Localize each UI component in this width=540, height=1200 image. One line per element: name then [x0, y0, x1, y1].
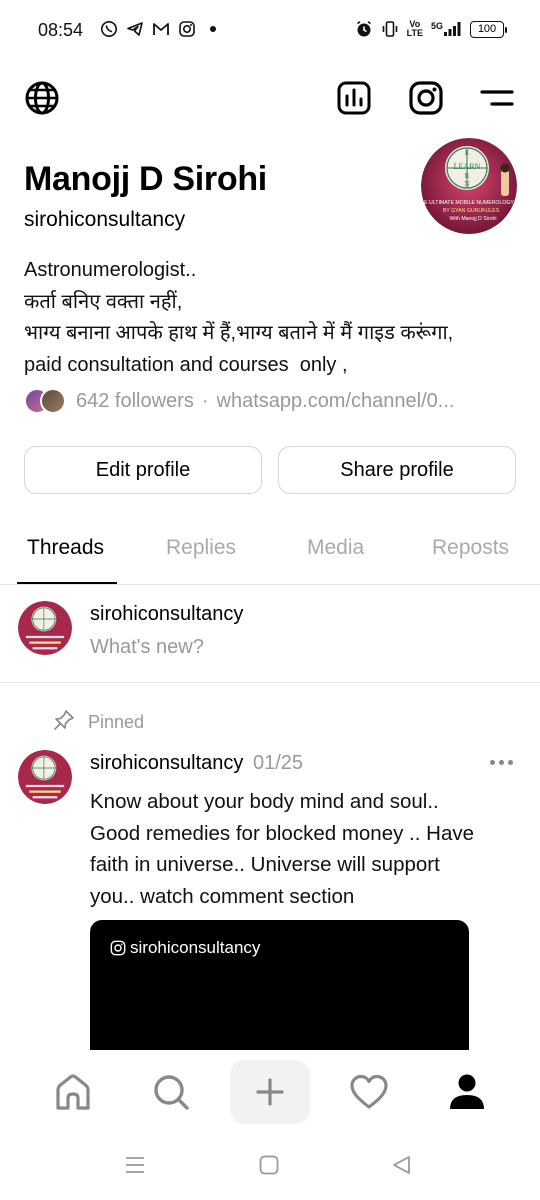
profile-avatar[interactable]: E LEARN R N E ULTIMATE MOBILE NUMEROLOGY…: [421, 138, 517, 234]
dot-icon: [210, 26, 216, 32]
followers-row: 642 followers · whatsapp.com/channel/0..…: [24, 388, 524, 414]
post-line: Know about your body mind and soul..: [90, 790, 439, 813]
back-icon[interactable]: [390, 1154, 412, 1181]
insights-icon[interactable]: [336, 80, 372, 121]
recents-icon[interactable]: [124, 1154, 146, 1181]
tab-media[interactable]: Media: [307, 536, 364, 560]
post-line: faith in universe.. Universe will suppor…: [90, 853, 440, 876]
status-bar: 08:54 Vo LTE 5G 100: [0, 0, 540, 64]
profile-actions: Edit profile Share profile: [24, 446, 516, 494]
tab-replies[interactable]: Replies: [166, 536, 236, 560]
svg-text:N: N: [464, 180, 469, 188]
profile-icon[interactable]: [427, 1060, 507, 1124]
compose-icon[interactable]: [230, 1060, 310, 1124]
home-square-icon[interactable]: [258, 1154, 280, 1181]
composer-avatar: [18, 601, 72, 655]
signal-5g-icon: 5G: [431, 22, 462, 36]
profile-bio: Astronumerologist.. कर्ता बनिए वक्ता नही…: [24, 255, 524, 381]
post-date: 01/25: [252, 752, 304, 774]
bottom-nav: [0, 1050, 540, 1136]
search-icon[interactable]: [131, 1060, 211, 1124]
separator: ·: [201, 389, 209, 412]
post-line: Good remedies for blocked money .. Have: [90, 821, 474, 845]
share-profile-button[interactable]: Share profile: [278, 446, 516, 494]
bio-line: कर्ता बनिए वक्ता नहीं,: [24, 290, 183, 313]
gmail-icon: [152, 20, 170, 38]
active-tab-indicator: [17, 582, 117, 584]
svg-text:With Manojj D Sirohi: With Manojj D Sirohi: [450, 216, 497, 222]
bio-line: Astronumerologist..: [24, 259, 197, 281]
top-bar: [0, 76, 540, 120]
battery-icon: 100: [470, 20, 507, 38]
composer-placeholder[interactable]: What's new?: [90, 636, 204, 659]
svg-text:E ULTIMATE MOBILE NUMEROLOGY: E ULTIMATE MOBILE NUMEROLOGY: [424, 200, 514, 206]
telegram-icon: [126, 20, 144, 38]
media-caption: sirohiconsultancy: [110, 938, 260, 958]
pinned-label: Pinned: [88, 712, 145, 732]
post-header: sirohiconsultancy 01/25: [90, 752, 303, 775]
volte-icon: Vo LTE: [406, 19, 423, 38]
avatar-image: E LEARN R N E ULTIMATE MOBILE NUMEROLOGY…: [421, 138, 517, 234]
whatsapp-icon: [100, 20, 118, 38]
instagram-small-icon: [178, 20, 196, 38]
svg-text:R: R: [465, 172, 470, 180]
post-avatar[interactable]: [18, 750, 72, 804]
new-thread-composer[interactable]: sirohiconsultancy What's new?: [0, 585, 540, 683]
notification-icons: [100, 20, 216, 38]
svg-text:BY GYAN GURUKULES: BY GYAN GURUKULES: [443, 208, 500, 214]
home-icon[interactable]: [33, 1060, 113, 1124]
vibrate-icon: [381, 20, 399, 38]
profile-handle: sirohiconsultancy: [24, 208, 186, 231]
instagram-icon[interactable]: [408, 80, 444, 121]
post-line: you.. watch comment section: [90, 884, 355, 908]
more-options-icon[interactable]: [490, 760, 513, 765]
system-status-icons: Vo LTE 5G 100: [355, 19, 507, 38]
post-username[interactable]: sirohiconsultancy: [90, 752, 243, 774]
bio-line: भाग्य बनाना आपके हाथ में हैं,भाग्य बताने…: [24, 322, 454, 344]
tab-threads[interactable]: Threads: [27, 536, 104, 560]
menu-icon[interactable]: [480, 80, 514, 121]
status-time: 08:54: [38, 20, 84, 40]
profile-name: Manojj D Sirohi: [24, 160, 267, 198]
globe-icon[interactable]: [24, 80, 60, 121]
profile-tabs: Threads Replies Media Reposts: [0, 525, 540, 585]
tab-reposts[interactable]: Reposts: [432, 536, 509, 560]
svg-text:E: E: [465, 149, 469, 157]
edit-profile-button[interactable]: Edit profile: [24, 446, 262, 494]
instagram-caption-icon: [110, 940, 126, 956]
alarm-icon: [355, 20, 373, 38]
pinned-indicator: Pinned: [52, 708, 144, 737]
post-body: Know about your body mind and soul.. Goo…: [90, 786, 520, 912]
profile-link[interactable]: whatsapp.com/channel/0...: [217, 390, 455, 413]
followers-count[interactable]: 642 followers: [76, 390, 194, 413]
composer-username: sirohiconsultancy: [90, 603, 244, 625]
follower-avatar: [40, 388, 66, 414]
bio-line: paid consultation and courses only ,: [24, 353, 348, 376]
system-nav: [0, 1136, 540, 1200]
post-media[interactable]: sirohiconsultancy: [90, 920, 469, 1060]
svg-text:LEARN: LEARN: [454, 162, 481, 171]
pin-icon: [52, 708, 76, 737]
heart-icon[interactable]: [329, 1060, 409, 1124]
